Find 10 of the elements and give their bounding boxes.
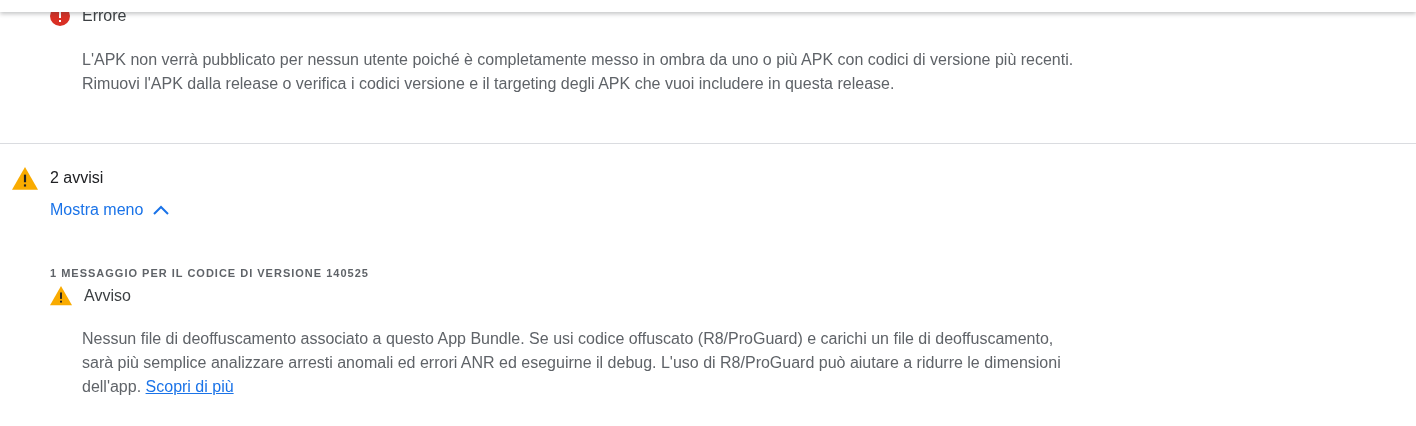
warning-title: Avviso [84, 285, 131, 306]
learn-more-link[interactable]: Scopri di più [145, 377, 234, 395]
error-message: L'APK non verrà pubblicato per nessun utente poiché è completamente messo in ombra da uno o più APK con codici di versione più recenti. Rimuovi l'APK dalla release o verifica i codici versione e il targeting degli APK che vuoi includere in questa release. [82, 50, 1075, 94]
version-code-heading: 1 MESSAGGIO PER IL CODICE DI VERSIONE 140525 [50, 265, 370, 280]
warning-message: Nessun file di deoffuscamento associato a questo App Bundle. Se usi codice offuscato (R8/ProGuard) e carichi un file di deoffuscamento, sarà più semplice analizzare arresti anomali ed errori ANR ed eseguirne il debug. L'uso di R8/ProGuard può aiutare a ridurre le dimensioni dell'app. Scopri di più [82, 328, 1062, 397]
warning-icon [50, 286, 72, 306]
warnings-title: 2 avvisi [50, 168, 104, 189]
show-less-button[interactable]: Mostra meno [50, 199, 170, 220]
warning-icon [12, 167, 38, 190]
chevron-up-icon [153, 204, 170, 215]
